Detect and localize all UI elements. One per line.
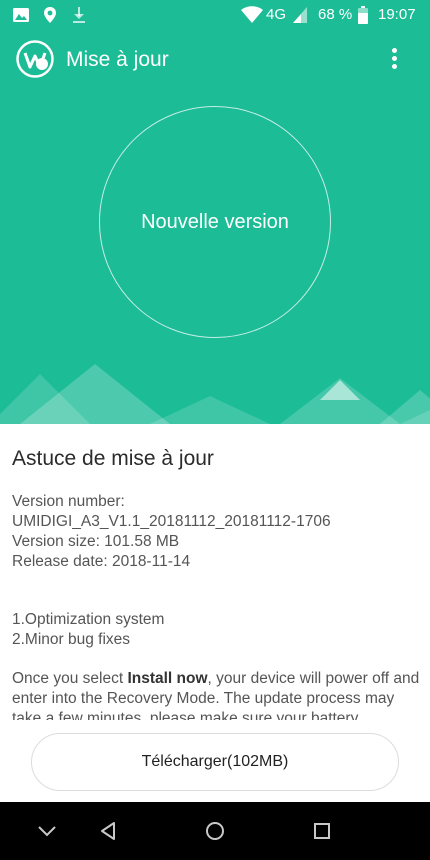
download-button[interactable]: Télécharger(102MB) [31, 733, 399, 791]
install-description: Once you select Install now, your device… [12, 669, 422, 720]
new-version-circle[interactable]: Nouvelle version [99, 106, 331, 338]
collapse-icon[interactable] [35, 819, 59, 843]
back-icon[interactable] [97, 819, 121, 843]
wifi-icon [241, 6, 263, 23]
version-size: Version size: 101.58 MB [12, 533, 180, 550]
page-title: Mise à jour [66, 48, 169, 71]
version-number: UMIDIGI_A3_V1.1_20181112_20181112-1706 [12, 513, 331, 530]
action-area: Télécharger(102MB) [0, 720, 430, 802]
update-tips: Astuce de mise à jour Version number: UM… [0, 424, 430, 720]
recents-icon[interactable] [310, 819, 334, 843]
status-bar: 4G 68 % 19:07 [0, 0, 430, 30]
update-hero: Mise à jour Nouvelle version [0, 30, 430, 424]
app-logo-icon [16, 40, 54, 78]
battery-percent: 68 % [318, 6, 353, 23]
location-icon [44, 7, 56, 23]
image-icon [13, 8, 29, 22]
tip-title: Astuce de mise à jour [12, 447, 214, 470]
release-date: Release date: 2018-11-14 [12, 553, 191, 570]
release-notes: 1.Optimization system 2.Minor bug fixes [12, 610, 422, 650]
overflow-menu-button[interactable] [380, 44, 408, 74]
battery-icon [358, 6, 368, 24]
download-icon [73, 7, 85, 23]
signal-icon [293, 7, 307, 23]
version-info: Version number: UMIDIGI_A3_V1.1_20181112… [12, 492, 422, 572]
navigation-bar [0, 802, 430, 860]
install-now-emphasis: Install now [127, 670, 208, 687]
mountains-decoration [0, 364, 430, 424]
release-note: 2.Minor bug fixes [12, 631, 131, 648]
clock: 19:07 [378, 6, 416, 23]
more-vert-icon [392, 48, 397, 53]
new-version-label: Nouvelle version [141, 210, 289, 233]
description-prefix: Once you select [12, 670, 128, 687]
release-note: 1.Optimization system [12, 611, 165, 628]
version-number-label: Version number: [12, 493, 125, 510]
network-type: 4G [266, 6, 287, 23]
home-icon[interactable] [203, 819, 227, 843]
